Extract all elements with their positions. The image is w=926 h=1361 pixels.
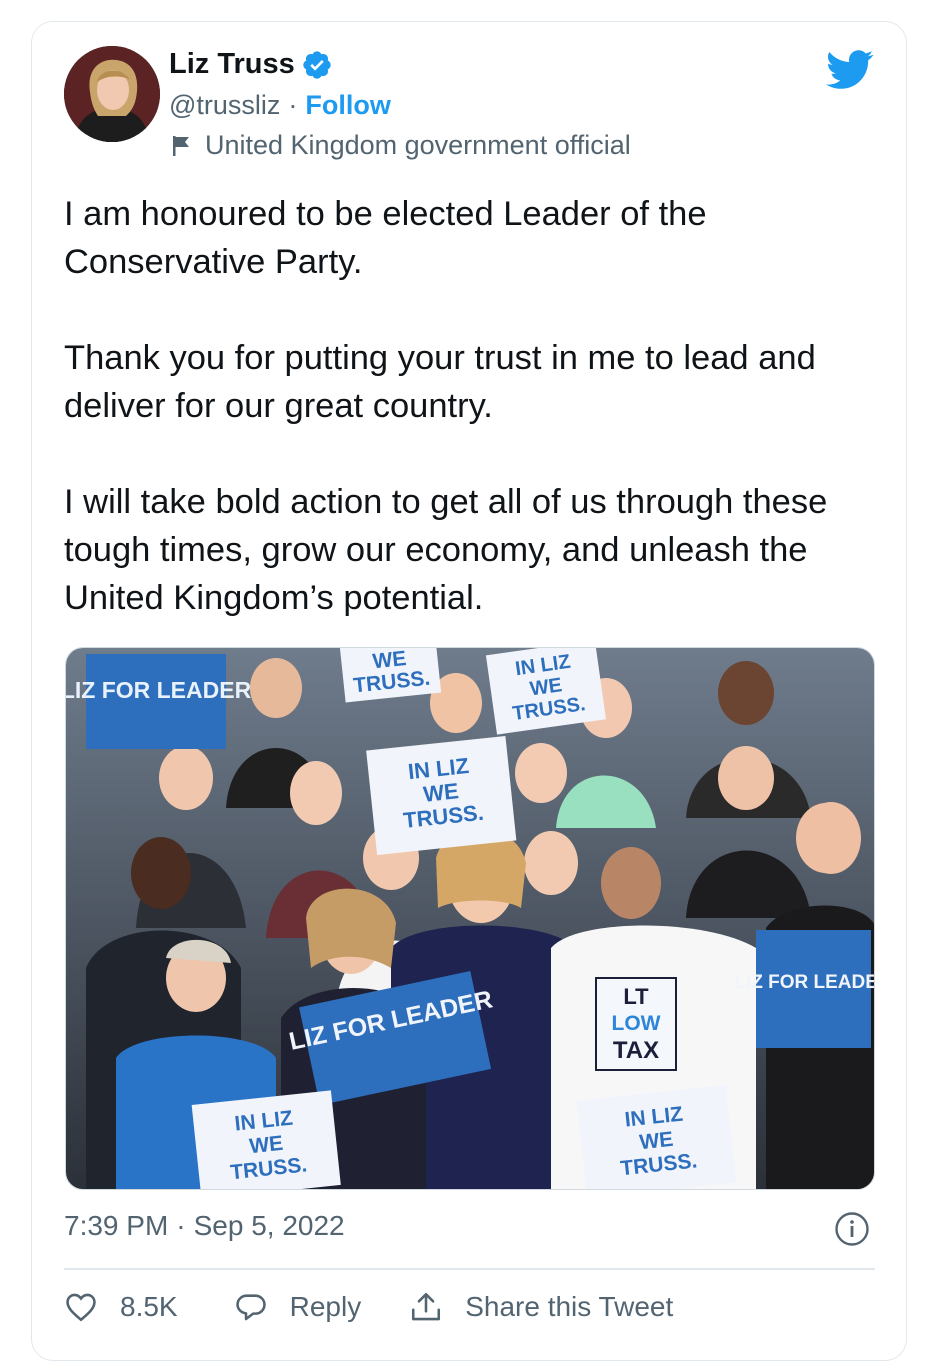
sign-text: WE [638, 1128, 674, 1154]
tweet-time[interactable]: 7:39 PM [64, 1210, 168, 1242]
like-count: 8.5K [120, 1291, 178, 1322]
timestamp[interactable]: 7:39 PM · Sep 5, 2022 [64, 1210, 345, 1242]
sign-text: LT [623, 984, 649, 1009]
action-bar: 8.5K Reply Share this Tweet [64, 1290, 673, 1324]
tweet-text: I am honoured to be elected Leader of th… [64, 190, 864, 670]
reply-button[interactable]: Reply [234, 1290, 362, 1324]
share-label: Share this Tweet [465, 1291, 674, 1322]
author-handle[interactable]: @trussliz [169, 90, 280, 121]
flag-icon [173, 135, 189, 156]
author-name[interactable]: Liz Truss [169, 48, 295, 81]
tweet-paragraph: I am honoured to be elected Leader of th… [64, 195, 707, 281]
tweet-photo[interactable]: LIZ FOR LEADER WE TRUSS. IN LIZ WE TRUSS… [65, 647, 875, 1190]
reply-label: Reply [289, 1291, 362, 1322]
sign-liz-for-leader: LIZ FOR LEADER [66, 654, 252, 749]
divider [64, 1268, 875, 1270]
separator-dot: · [176, 1210, 186, 1241]
sign-text: LOW [612, 1012, 661, 1035]
info-icon[interactable] [834, 1211, 870, 1247]
sign-text: LIZ FOR LEADER [66, 677, 252, 703]
sign-text: TAX [613, 1037, 659, 1064]
separator-dot: · [288, 90, 298, 120]
share-button[interactable]: Share this Tweet [409, 1290, 673, 1324]
like-button[interactable]: 8.5K [64, 1290, 178, 1324]
share-icon [412, 1292, 441, 1321]
tweet-paragraph: Thank you for putting your trust in me t… [64, 339, 816, 425]
sign-text: LIZ FOR LEADER [734, 972, 875, 993]
reply-bubble-icon [235, 1294, 266, 1321]
heart-icon [66, 1293, 96, 1322]
avatar[interactable] [64, 46, 160, 142]
sign-text: WE [248, 1132, 284, 1158]
twitter-logo-icon[interactable] [826, 50, 874, 90]
tweet-paragraph: I will take bold action to get all of us… [64, 483, 828, 617]
tweet-date[interactable]: Sep 5, 2022 [194, 1210, 345, 1242]
follow-button[interactable]: Follow [305, 90, 390, 121]
verified-badge-icon [303, 50, 331, 79]
government-label: United Kingdom government official [205, 130, 631, 160]
